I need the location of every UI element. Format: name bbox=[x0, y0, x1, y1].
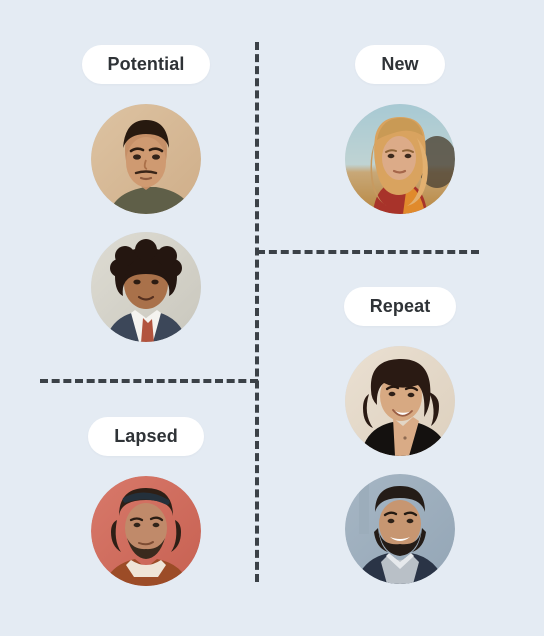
avatar-potential-2-image bbox=[91, 232, 201, 342]
avatar-repeat-2[interactable] bbox=[345, 474, 455, 584]
avatar-list-potential bbox=[91, 104, 201, 342]
horizontal-dashed-divider-right bbox=[257, 250, 479, 254]
avatar-lapsed-1-image bbox=[91, 476, 201, 586]
avatar-repeat-1-image bbox=[345, 346, 455, 456]
avatar-potential-1-image bbox=[91, 104, 201, 214]
avatar-lapsed-1[interactable] bbox=[91, 476, 201, 586]
quadrant-new: New bbox=[292, 45, 508, 214]
segment-label-potential[interactable]: Potential bbox=[81, 45, 211, 84]
avatar-repeat-2-image bbox=[345, 474, 455, 584]
avatar-list-new bbox=[345, 104, 455, 214]
avatar-new-1[interactable] bbox=[345, 104, 455, 214]
vertical-dashed-divider bbox=[255, 42, 259, 582]
quadrant-repeat: Repeat bbox=[292, 287, 508, 584]
avatar-repeat-1[interactable] bbox=[345, 346, 455, 456]
avatar-list-repeat bbox=[345, 346, 455, 584]
segment-board: Potential New Repeat Lapsed bbox=[0, 0, 544, 636]
avatar-potential-2[interactable] bbox=[91, 232, 201, 342]
quadrant-lapsed: Lapsed bbox=[38, 417, 254, 586]
segment-label-new[interactable]: New bbox=[355, 45, 445, 84]
horizontal-dashed-divider-left bbox=[40, 379, 258, 383]
avatar-new-1-image bbox=[345, 104, 455, 214]
avatar-potential-1[interactable] bbox=[91, 104, 201, 214]
segment-label-repeat[interactable]: Repeat bbox=[343, 287, 457, 326]
avatar-list-lapsed bbox=[91, 476, 201, 586]
segment-label-lapsed[interactable]: Lapsed bbox=[88, 417, 204, 456]
quadrant-potential: Potential bbox=[38, 45, 254, 342]
